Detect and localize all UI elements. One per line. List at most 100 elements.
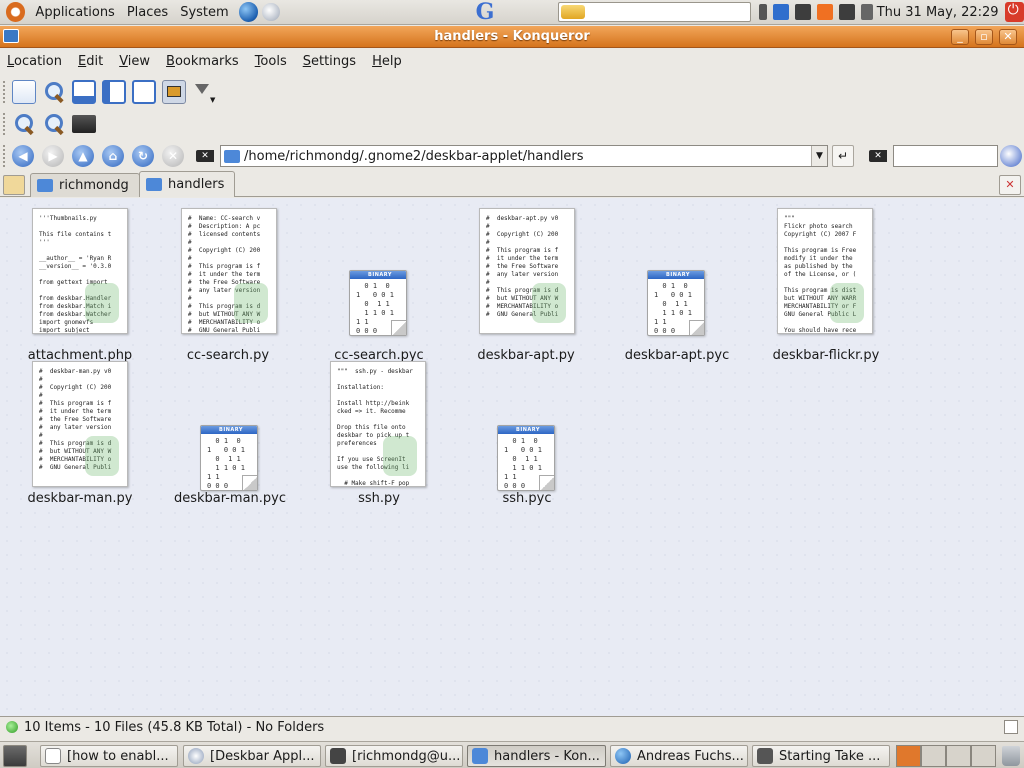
tab-handlers[interactable]: handlers [139,171,236,197]
workspace-1[interactable] [896,745,921,767]
tab-label: richmondg [59,178,129,193]
menu-settings[interactable]: Settings [296,54,365,69]
panel-menu-system[interactable]: System [174,5,234,20]
file-item[interactable]: # deskbar-apt.py v0 # # Copyright (C) 20… [451,208,601,363]
maximize-button[interactable]: ▫ [975,29,993,45]
google-icon[interactable]: G [476,0,495,25]
globe-icon [615,748,631,764]
menu-view[interactable]: View [112,54,159,69]
menu-edit[interactable]: Edit [71,54,112,69]
text-preview-thumbnail: # deskbar-apt.py v0 # # Copyright (C) 20… [479,208,575,334]
menu-location[interactable]: Location [0,54,71,69]
taskbar-item[interactable]: [Deskbar Appl... [183,745,321,767]
plug-icon[interactable] [758,4,767,20]
file-item[interactable]: BINARY 0 1 0 1 0 0 1 0 1 1 1 1 0 1 1 1 0… [602,208,752,363]
text-preview-thumbnail: """ Flickr photo search Copyright (C) 20… [777,208,873,334]
file-item[interactable]: BINARY 0 1 0 1 0 0 1 0 1 1 1 1 0 1 1 1 0… [304,208,454,363]
menu-bookmarks[interactable]: Bookmarks [159,54,248,69]
monitor-icon[interactable] [838,4,855,20]
trash-icon[interactable] [1002,746,1020,766]
zoom-out-icon[interactable] [42,112,66,136]
toolbar-handle[interactable] [3,113,7,135]
status-bar: 10 Items - 10 Files (45.8 KB Total) - No… [0,716,1024,737]
link-view-checkbox[interactable] [1004,720,1018,734]
close-tab-button[interactable]: ✕ [999,175,1021,195]
back-button[interactable]: ◀ [12,145,34,167]
icon-view-icon[interactable] [162,80,186,104]
binary-file-icon: BINARY 0 1 0 1 0 0 1 0 1 1 1 1 0 1 1 1 0… [200,425,258,491]
filter-dropdown-icon[interactable]: ▼ [192,80,216,104]
clear-location-icon[interactable]: ✕ [196,150,214,162]
single-view-icon[interactable] [132,80,156,104]
taskbar-item[interactable]: Andreas Fuchs... [610,745,748,767]
file-item[interactable]: # deskbar-man.py v0 # # Copyright (C) 20… [5,361,155,511]
terminal-icon [330,748,346,764]
find-icon[interactable] [42,80,66,104]
location-dropdown-button[interactable]: ▼ [811,146,827,166]
window-titlebar[interactable]: handlers - Konqueror _ ▫ ✕ [0,26,1024,48]
file-item[interactable]: '''Thumbnails.py This file contains t ''… [5,208,155,363]
taskbar-item[interactable]: Starting Take ... [752,745,890,767]
file-item[interactable]: BINARY 0 1 0 1 0 0 1 0 1 1 1 1 0 1 1 1 0… [452,361,602,511]
help-launcher-icon[interactable] [262,3,280,21]
workspace-4[interactable] [971,745,996,767]
panel-menu-applications[interactable]: Applications [29,5,120,20]
workspace-2[interactable] [921,745,946,767]
panel-menu-places[interactable]: Places [121,5,174,20]
file-name: ssh.py [358,491,400,506]
home-button[interactable]: ⌂ [102,145,124,167]
minimize-button[interactable]: _ [951,29,969,45]
taskbar-item[interactable]: handlers - Kon... [467,745,606,767]
taskbar-item-label: [richmondg@u... [352,748,461,764]
new-tab-button[interactable] [3,175,25,195]
dropdown-arrow-icon: ▼ [210,96,216,104]
tab-bar: richmondg handlers ✕ [0,171,1024,197]
menu-help[interactable]: Help [365,54,411,69]
forward-button[interactable]: ▶ [42,145,64,167]
show-desktop-button[interactable] [3,745,27,767]
panel-clock[interactable]: Thu 31 May, 22:29 [877,5,999,20]
file-icon-view[interactable]: '''Thumbnails.py This file contains t ''… [0,198,1024,716]
toolbar-handle[interactable] [3,81,7,103]
web-search-input[interactable] [893,145,998,167]
power-icon[interactable] [1004,2,1024,22]
file-item[interactable]: BINARY 0 1 0 1 0 0 1 0 1 1 1 1 0 1 1 1 0… [155,361,305,511]
reload-button[interactable]: ↻ [132,145,154,167]
network-icon[interactable] [794,4,811,20]
clear-search-icon[interactable]: ✕ [869,150,887,162]
menu-tools[interactable]: Tools [248,54,296,69]
web-browser-launcher-icon[interactable] [238,2,259,22]
location-input[interactable]: /home/richmondg/.gnome2/deskbar-applet/h… [220,145,828,167]
close-button[interactable]: ✕ [999,29,1017,45]
tab-label: handlers [168,177,225,192]
file-item[interactable]: # Name: CC-search v # Description: A pc … [153,208,303,363]
toolbar-handle[interactable] [3,145,7,167]
go-button[interactable]: ↵ [832,145,854,167]
split-vertical-icon[interactable] [102,80,126,104]
camera-icon [757,748,773,764]
zoom-in-icon[interactable] [12,112,36,136]
search-engine-icon[interactable] [1000,145,1022,167]
file-properties-icon[interactable] [12,80,36,104]
notification-icon[interactable] [816,4,833,20]
view-toolbar: ▼ [0,78,1024,106]
terminal-icon[interactable] [72,115,96,133]
taskbar-item[interactable]: [richmondg@u... [325,745,463,767]
folder-icon [472,748,488,764]
taskbar-item-label: Andreas Fuchs... [637,748,744,764]
taskbar-item[interactable]: [how to enabl... [40,745,178,767]
file-item[interactable]: """ ssh.py - deskbar Installation: Insta… [304,361,454,511]
text-preview-thumbnail: # Name: CC-search v # Description: A pc … [181,208,277,334]
workspace-3[interactable] [946,745,971,767]
tab-richmondg[interactable]: richmondg [30,173,140,197]
stop-button[interactable]: ✕ [162,145,184,167]
file-name: deskbar-apt.pyc [624,348,730,363]
volume-icon[interactable] [860,4,873,20]
split-horizontal-icon[interactable] [72,80,96,104]
update-arrow-icon[interactable] [772,4,789,20]
folder-icon [37,179,53,192]
ubuntu-logo-icon[interactable] [6,2,26,22]
up-button[interactable]: ▲ [72,145,94,167]
deskbar-search-input[interactable] [558,2,751,22]
file-item[interactable]: """ Flickr photo search Copyright (C) 20… [751,208,901,363]
